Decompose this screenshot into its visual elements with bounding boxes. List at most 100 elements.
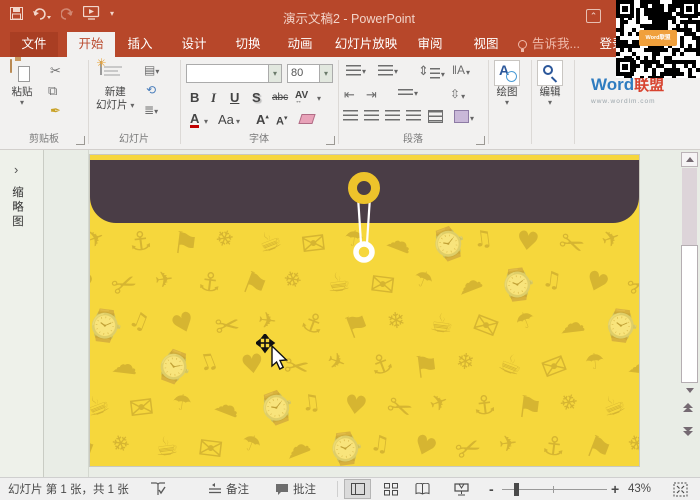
font-size-dropdown[interactable]: ▾: [319, 65, 332, 82]
watermark-logo: Word联盟 www.wordlm.com: [591, 76, 664, 110]
drawing-button[interactable]: A 绘图 ▾: [494, 60, 520, 107]
char-spacing-dropdown[interactable]: ▾: [317, 95, 321, 103]
normal-view-button[interactable]: [344, 479, 371, 499]
align-text-vertical-button[interactable]: ⇳ ▾: [450, 87, 465, 101]
paste-button[interactable]: 粘贴 ▾: [10, 59, 34, 107]
comments-button[interactable]: 批注: [275, 478, 316, 500]
font-name-value: [187, 65, 268, 82]
decrease-indent-button[interactable]: ⇤: [344, 87, 355, 103]
text-shadow-button[interactable]: S: [252, 90, 261, 105]
qr-center-badge: Word联盟: [639, 30, 677, 46]
format-painter-icon[interactable]: ✒: [50, 103, 61, 119]
previous-slide-button[interactable]: [683, 403, 693, 412]
slide-layout-icon[interactable]: ▤▾: [144, 63, 159, 77]
new-slide-label-1: 新建: [104, 86, 126, 98]
section-icon[interactable]: ≣▾: [144, 103, 158, 117]
zoom-in-button[interactable]: +: [611, 478, 619, 500]
convert-smartart-button[interactable]: ▾: [454, 110, 474, 123]
thumbnail-pane-label: 缩略图: [11, 186, 23, 230]
line-spacing-button[interactable]: ▾: [398, 89, 418, 98]
align-left-button[interactable]: [343, 110, 358, 121]
notes-label: 备注: [226, 484, 249, 496]
window-title: 演示文稿2 - PowerPoint: [283, 12, 415, 26]
thumbnail-pane-collapsed[interactable]: › 缩略图: [0, 150, 44, 477]
font-color-button[interactable]: A: [190, 112, 200, 128]
scroll-down-button[interactable]: [681, 383, 698, 397]
line-spacing-ud-button[interactable]: ⇕ ▾: [418, 63, 445, 79]
tab-file[interactable]: 文件: [10, 32, 58, 57]
paste-dropdown[interactable]: ▾: [20, 99, 24, 107]
qat-customize-icon[interactable]: ▾: [110, 9, 114, 18]
slide-canvas[interactable]: ✈⚓⚑❄☕✉☂☁⌚♫♥✂✈⚓♥✂✈⚓⚑❄☕✉☂☁⌚♫♥✂⌚♫♥✂✈⚓⚑❄☕✉☂☁…: [90, 155, 639, 466]
undo-icon[interactable]: [32, 7, 52, 20]
char-spacing-button[interactable]: AV ↔: [295, 90, 308, 105]
tab-home[interactable]: 开始: [67, 32, 115, 57]
tab-insert[interactable]: 插入: [118, 32, 162, 57]
scrollbar-track[interactable]: [682, 168, 697, 245]
numbering-button[interactable]: ▾: [378, 65, 398, 76]
slideshow-view-button[interactable]: [448, 479, 475, 499]
notes-button[interactable]: 备注: [208, 478, 249, 500]
tab-review[interactable]: 审阅: [408, 32, 452, 57]
tab-slideshow[interactable]: 幻灯片放映: [328, 32, 404, 57]
expand-pane-icon[interactable]: ›: [14, 162, 18, 177]
slide-indicator[interactable]: 幻灯片 第 1 张，共 1 张: [8, 478, 129, 500]
watermark-cn: 联盟: [634, 77, 665, 94]
clipboard-dialog-launcher[interactable]: [76, 136, 85, 145]
reading-view-button[interactable]: [409, 479, 436, 499]
italic-button[interactable]: I: [211, 90, 216, 106]
zoom-out-button[interactable]: -: [489, 478, 494, 500]
text-direction-button[interactable]: ‖A ▾: [452, 63, 470, 77]
font-dialog-launcher[interactable]: [326, 136, 335, 145]
grow-font-button[interactable]: A▴: [256, 112, 269, 127]
tab-design[interactable]: 设计: [172, 32, 216, 57]
fit-to-window-icon[interactable]: [673, 482, 688, 497]
slide-sorter-view-button[interactable]: [377, 479, 404, 499]
spellcheck-icon[interactable]: [150, 482, 166, 496]
zoom-slider-thumb[interactable]: [514, 483, 519, 496]
start-slideshow-icon[interactable]: [83, 6, 101, 20]
zoom-level[interactable]: 43%: [628, 478, 651, 500]
increase-indent-button[interactable]: ⇥: [366, 87, 377, 103]
justify-button[interactable]: [406, 110, 421, 121]
clipboard-group-label: 剪贴板: [29, 134, 59, 145]
next-slide-button[interactable]: [683, 427, 693, 436]
tab-animations[interactable]: 动画: [278, 32, 322, 57]
tell-me-box[interactable]: 告诉我...: [518, 32, 580, 57]
cut-icon[interactable]: ✂: [50, 63, 61, 79]
font-size-combo[interactable]: 80 ▾: [287, 64, 333, 83]
underline-button[interactable]: U: [230, 90, 239, 105]
lightbulb-icon: [518, 40, 527, 52]
slide-sorter-icon: [383, 482, 398, 495]
save-icon[interactable]: [10, 6, 23, 20]
workspace: › 缩略图 ✈⚓⚑❄☕✉☂☁⌚♫♥✂✈⚓♥✂✈⚓⚑❄☕✉☂☁⌚♫♥✂⌚♫♥✂✈⚓…: [0, 150, 700, 477]
font-name-combo[interactable]: ▾: [186, 64, 282, 83]
font-name-dropdown[interactable]: ▾: [268, 65, 281, 82]
change-case-button[interactable]: Aa: [218, 112, 234, 127]
paragraph-dialog-launcher[interactable]: [476, 136, 485, 145]
font-size-value: 80: [291, 67, 304, 79]
new-slide-button[interactable]: ✳ 新建 幻灯片 ▾: [96, 57, 134, 112]
strikethrough-button[interactable]: abc: [272, 92, 288, 103]
tab-view[interactable]: 视图: [464, 32, 508, 57]
clear-formatting-icon[interactable]: [298, 114, 316, 124]
align-right-button[interactable]: [385, 110, 400, 121]
bullets-button[interactable]: ▾: [346, 65, 366, 76]
vertical-scrollbar[interactable]: [681, 152, 698, 477]
scroll-up-button[interactable]: [681, 152, 698, 167]
shrink-font-button[interactable]: A▾: [276, 114, 287, 128]
tab-transitions[interactable]: 切换: [226, 32, 270, 57]
columns-button[interactable]: [428, 110, 443, 123]
align-center-button[interactable]: [364, 110, 379, 121]
status-bar: 幻灯片 第 1 张，共 1 张 备注 批注 - + 43%: [0, 477, 700, 500]
ribbon-display-options-icon[interactable]: ⌃: [586, 9, 601, 23]
scrollbar-thumb[interactable]: [681, 245, 698, 383]
change-case-dropdown[interactable]: ▾: [236, 118, 240, 126]
editing-button[interactable]: 编辑 ▾: [537, 60, 563, 107]
font-color-dropdown[interactable]: ▾: [204, 118, 208, 126]
copy-icon[interactable]: ⧉: [48, 83, 57, 99]
reset-slide-icon[interactable]: ⟲: [146, 83, 156, 97]
bold-button[interactable]: B: [190, 90, 199, 105]
notes-icon: [209, 483, 221, 494]
redo-icon[interactable]: [61, 7, 74, 20]
